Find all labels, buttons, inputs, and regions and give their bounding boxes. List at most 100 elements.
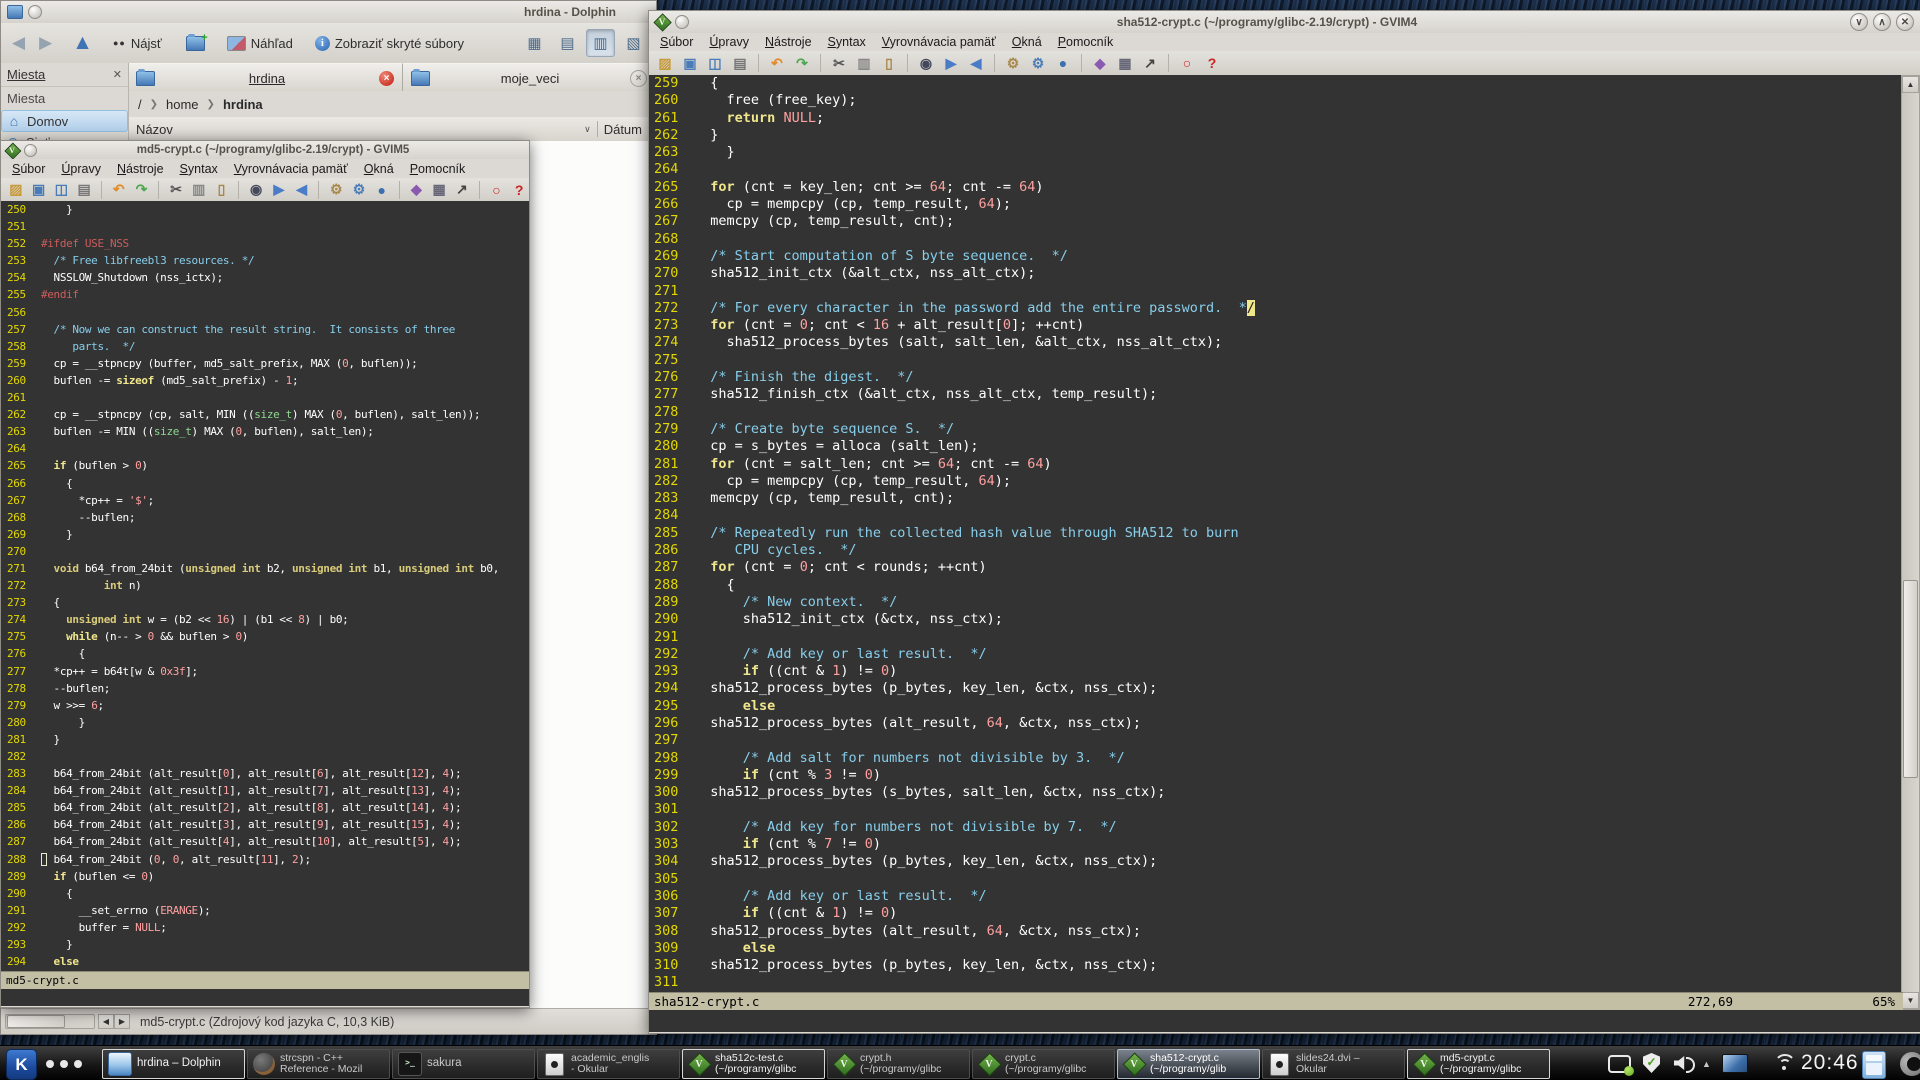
session-load-button[interactable]: ⚙	[1002, 53, 1024, 73]
task-button-crypt-c[interactable]: Vcrypt.c(~/programy/glibc	[972, 1049, 1115, 1079]
task-button-crypt-h[interactable]: Vcrypt.h(~/programy/glibc	[827, 1049, 970, 1079]
open-button[interactable]: ▨	[654, 53, 676, 73]
breadcrumb-item-home[interactable]: home	[166, 97, 199, 112]
redo-button[interactable]: ↷	[132, 180, 152, 200]
gvim-left-titlebar[interactable]: V md5-crypt.c (~/programy/glibc-2.19/cry…	[1, 141, 529, 160]
messages-tray-icon[interactable]	[1608, 1055, 1631, 1073]
wifi-tray-icon[interactable]	[1772, 1054, 1796, 1072]
preview-button[interactable]: Náhľad	[222, 34, 298, 53]
gvim-right-textarea[interactable]: 259 {260 free (free_key);261 return NULL…	[649, 75, 1903, 992]
tray-expander-button[interactable]: ▲	[1702, 1059, 1711, 1069]
breadcrumb-item-root[interactable]: /	[138, 97, 142, 112]
gvim-right-titlebar[interactable]: V sha512-crypt.c (~/programy/glibc-2.19/…	[649, 11, 1920, 34]
make-button[interactable]: ◆	[1089, 53, 1111, 73]
device-notifier-icon[interactable]	[1862, 1051, 1886, 1079]
horizontal-scrollbar[interactable]	[5, 1014, 95, 1029]
save-button[interactable]: ▣	[679, 53, 701, 73]
maximize-button[interactable]: ∧	[1873, 13, 1891, 31]
gvim-left-textarea[interactable]: 250 }251252#ifdef USE_NSS253 /* Free lib…	[1, 201, 529, 971]
menu-pomocn-k[interactable]: Pomocník	[403, 160, 473, 178]
window-menu-button[interactable]	[24, 144, 37, 157]
menu--pravy[interactable]: Úpravy	[702, 33, 756, 51]
scroll-left-arrow[interactable]: ◀	[98, 1014, 114, 1029]
menu-vyrovn-vacia-pam-[interactable]: Vyrovnávacia pamäť	[875, 33, 1003, 51]
find-next-button[interactable]: ▶	[940, 53, 962, 73]
undo-button[interactable]: ↶	[766, 53, 788, 73]
session-load-button[interactable]: ⚙	[326, 180, 346, 200]
menu-n-stroje[interactable]: Nástroje	[758, 33, 819, 51]
window-menu-button[interactable]	[675, 15, 689, 29]
task-button-academic-englis[interactable]: academic_englis- Okular	[537, 1049, 680, 1079]
task-button-md5-crypt-c[interactable]: Vmd5-crypt.c(~/programy/glibc	[1407, 1049, 1550, 1079]
column-name[interactable]: Názov	[128, 122, 584, 137]
find-next-button[interactable]: ▶	[269, 180, 289, 200]
task-button-slides24-dvi-[interactable]: slides24.dvi –Okular	[1262, 1049, 1405, 1079]
paste-button[interactable]: ▯	[212, 180, 232, 200]
jump-tag-button[interactable]: ↗	[1139, 53, 1161, 73]
menu-pomocn-k[interactable]: Pomocník	[1051, 33, 1121, 51]
save-all-button[interactable]: ◫	[704, 53, 726, 73]
dolphin-menu-button[interactable]	[28, 5, 42, 19]
show-hidden-button[interactable]: i Zobraziť skryté súbory	[310, 34, 469, 53]
help-button[interactable]: ○	[487, 180, 507, 200]
forward-button[interactable]: ▶	[34, 31, 57, 55]
tab-close-icon[interactable]: ×	[630, 70, 647, 87]
menu-vyrovn-vacia-pam-[interactable]: Vyrovnávacia pamäť	[227, 160, 355, 178]
place-item-domov[interactable]: ⌂Domov	[1, 110, 128, 132]
scroll-up-arrow[interactable]: ▲	[1902, 76, 1919, 93]
find-prev-button[interactable]: ◀	[292, 180, 312, 200]
help-button[interactable]: ○	[1176, 53, 1198, 73]
help-find-button[interactable]: ?	[509, 180, 529, 200]
menu-okn-[interactable]: Okná	[1005, 33, 1049, 51]
scroll-down-arrow[interactable]: ▼	[1902, 992, 1919, 1009]
undo-button[interactable]: ↶	[109, 180, 129, 200]
close-button[interactable]: ✕	[1896, 13, 1914, 31]
find-button[interactable]: ●● Nájsť	[108, 34, 167, 53]
dolphin-titlebar[interactable]: hrdina - Dolphin	[1, 1, 656, 24]
menu--pravy[interactable]: Úpravy	[54, 160, 108, 178]
tab-close-icon[interactable]: ×	[379, 71, 394, 86]
print-button[interactable]: ▤	[729, 53, 751, 73]
menu-s-bor[interactable]: Súbor	[653, 33, 700, 51]
run-script-button[interactable]: ●	[1052, 53, 1074, 73]
view-columns-button[interactable]: ▥	[586, 29, 615, 57]
task-button-hrdina-dolphin[interactable]: hrdina – Dolphin	[102, 1049, 245, 1079]
new-folder-button[interactable]: +	[181, 34, 210, 53]
task-button-sha512c-test-c[interactable]: Vsha512c-test.c(~/programy/glibc	[682, 1049, 825, 1079]
menu-syntax[interactable]: Syntax	[821, 33, 873, 51]
print-button[interactable]: ▤	[74, 180, 94, 200]
tab-moje-veci[interactable]: moje_veci ×	[403, 63, 656, 92]
find-replace-button[interactable]: ◉	[246, 180, 266, 200]
copy-button[interactable]: ▥	[853, 53, 875, 73]
help-find-button[interactable]: ?	[1201, 53, 1223, 73]
task-button-sakura[interactable]: >_sakura	[392, 1049, 535, 1079]
open-button[interactable]: ▨	[6, 180, 26, 200]
breadcrumb-item-hrdina[interactable]: hrdina	[223, 97, 263, 112]
paste-button[interactable]: ▯	[878, 53, 900, 73]
shield-tray-icon[interactable]: ✓	[1643, 1053, 1660, 1073]
up-button[interactable]: ▲	[67, 29, 98, 57]
volume-tray-icon[interactable]	[1674, 1055, 1696, 1071]
places-close-icon[interactable]: ✕	[113, 68, 122, 81]
session-save-button[interactable]: ⚙	[349, 180, 369, 200]
scrollbar-thumb[interactable]	[1903, 580, 1918, 778]
monitor-tray-icon[interactable]	[1722, 1054, 1748, 1078]
clock[interactable]: 20:46	[1801, 1051, 1859, 1075]
scroll-right-arrow[interactable]: ▶	[114, 1014, 130, 1029]
view-icons-button[interactable]: ▦	[520, 29, 549, 57]
run-script-button[interactable]: ●	[372, 180, 392, 200]
vertical-scrollbar[interactable]: ▲ ▼	[1901, 75, 1920, 1010]
menu-s-bor[interactable]: Súbor	[5, 160, 52, 178]
session-save-button[interactable]: ⚙	[1027, 53, 1049, 73]
view-preview-button[interactable]: ▧	[619, 29, 648, 57]
save-button[interactable]: ▣	[29, 180, 49, 200]
redo-button[interactable]: ↷	[791, 53, 813, 73]
view-details-button[interactable]: ▤	[553, 29, 582, 57]
back-button[interactable]: ◀	[7, 31, 30, 55]
kmenu-button[interactable]: K	[6, 1049, 37, 1080]
menu-n-stroje[interactable]: Nástroje	[110, 160, 171, 178]
minimize-button[interactable]: ∨	[1850, 13, 1868, 31]
pager-dots[interactable]	[46, 1060, 82, 1068]
scrollbar-thumb[interactable]	[7, 1015, 65, 1028]
cut-button[interactable]: ✂	[166, 180, 186, 200]
